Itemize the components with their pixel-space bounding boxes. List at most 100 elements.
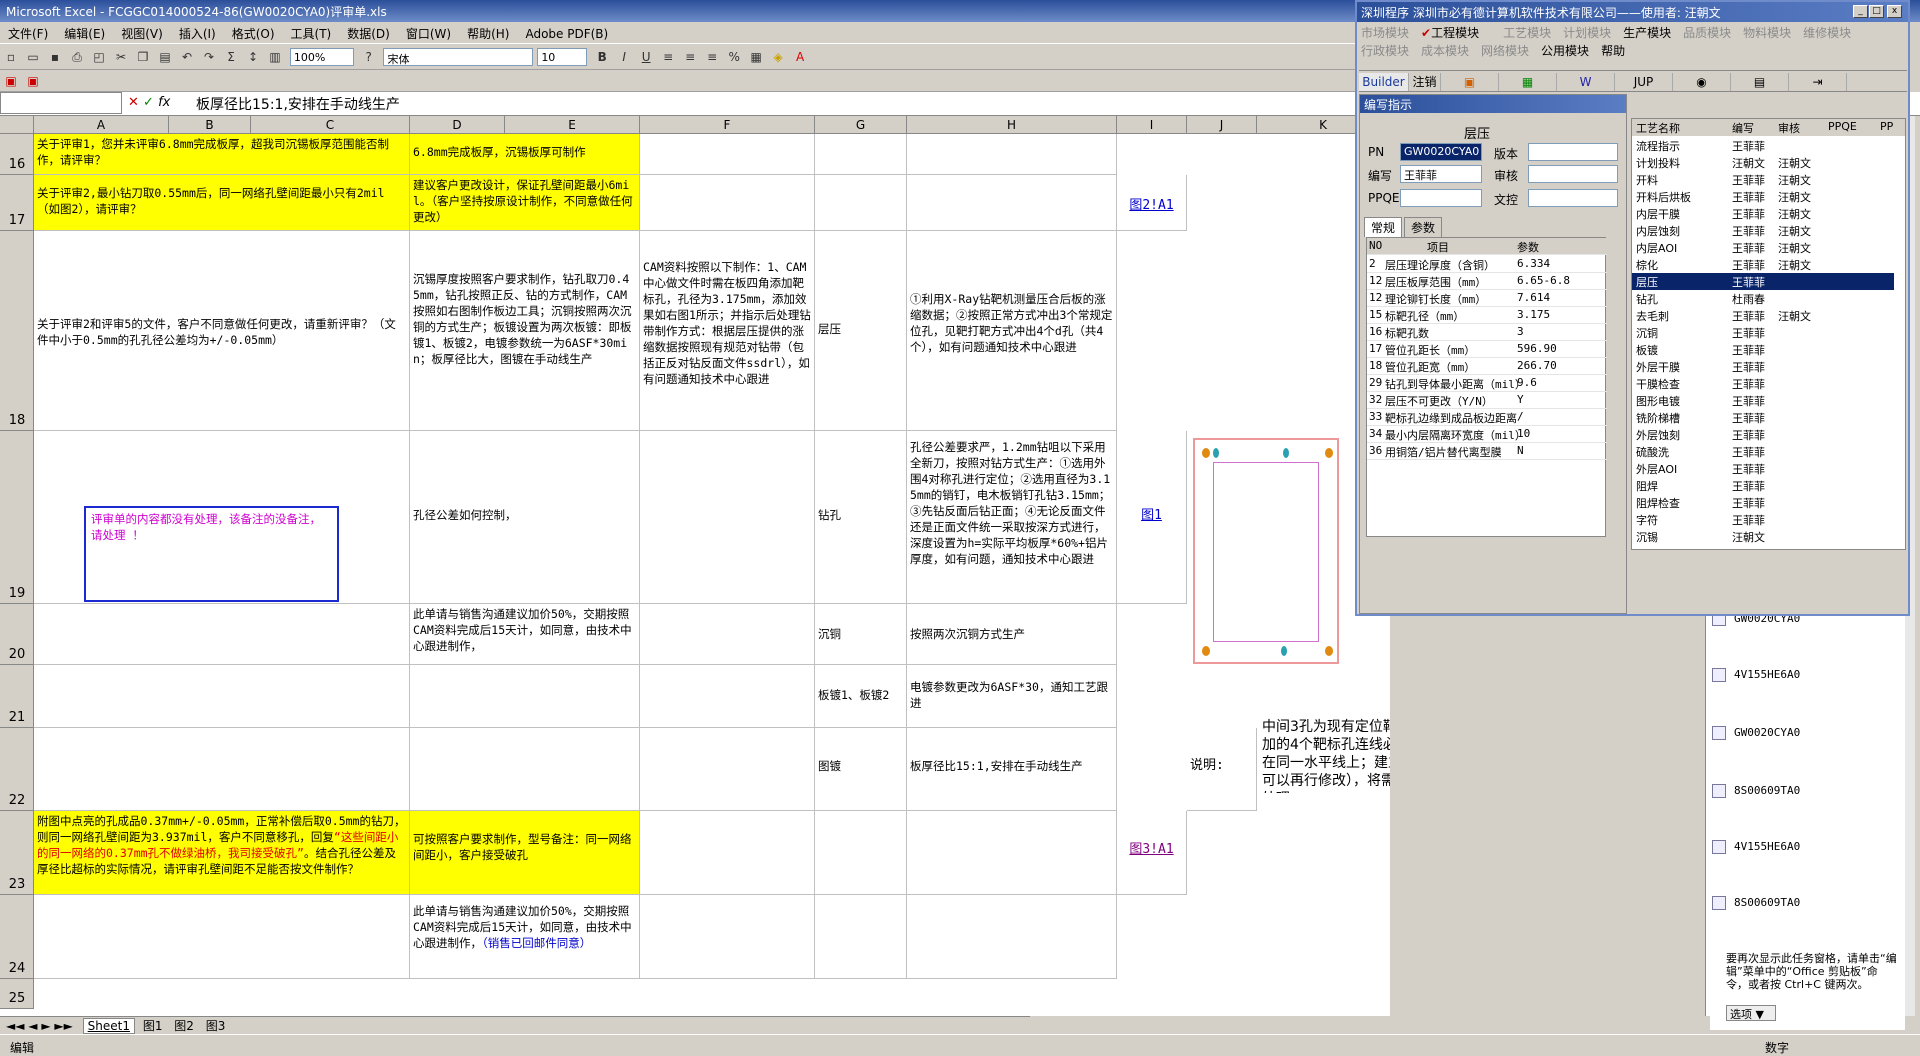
menu-quality[interactable]: 品质模块 — [1683, 26, 1731, 40]
col-header-f[interactable]: F — [640, 116, 815, 134]
cell-a16[interactable]: 关于评审1，您并未评审6.8mm完成板厚，超我司沉锡板厚范围能否制作，请评审？ — [34, 134, 410, 175]
print-icon[interactable]: ⎙ — [69, 49, 85, 65]
menu-public[interactable]: 公用模块 — [1541, 44, 1589, 58]
row-header-21[interactable]: 21 — [0, 665, 34, 728]
process-row[interactable]: 铣阶梯槽 王菲菲 — [1632, 409, 1894, 426]
menu-production[interactable]: 生产模块 — [1623, 26, 1671, 40]
cell-i19[interactable]: 图1 — [1117, 431, 1187, 604]
cell-g22[interactable]: 图镀 — [815, 728, 907, 811]
param-row[interactable]: 16 标靶孔数 3 — [1367, 324, 1607, 341]
menu-edit[interactable]: 编辑(E) — [56, 22, 113, 45]
row-header-20[interactable]: 20 — [0, 604, 34, 665]
link-fig1[interactable]: 图1 — [1141, 508, 1162, 523]
menu-plan[interactable]: 计划模块 — [1563, 26, 1611, 40]
cell-h19[interactable]: 孔径公差要求严，1.2mm钻咀以下采用全新刀，按照对钻方式生产：①选用外围4对称… — [907, 431, 1117, 604]
row-header-25[interactable]: 25 — [0, 979, 34, 1009]
menu-insert[interactable]: 插入(I) — [171, 22, 224, 45]
cell-h23[interactable] — [907, 811, 1117, 895]
menu-process[interactable]: 工艺模块 — [1503, 26, 1551, 40]
name-box[interactable] — [0, 92, 122, 114]
row-header-19[interactable]: 19 — [0, 431, 34, 604]
param-row[interactable]: 2 层压理论厚度（含铜） 6.334 — [1367, 256, 1607, 273]
param-row[interactable]: 18 管位孔距宽（mm） 266.70 — [1367, 358, 1607, 375]
horizontal-scrollbar[interactable] — [1030, 1016, 1710, 1034]
underline-icon[interactable]: U — [638, 49, 654, 65]
cell-g18[interactable]: 层压 — [815, 231, 907, 431]
builder-tab[interactable]: Builder — [1359, 73, 1409, 91]
maximize-icon[interactable]: □ — [1869, 5, 1884, 18]
eye-tool-icon[interactable]: ◉ — [1673, 73, 1731, 91]
italic-icon[interactable]: I — [616, 49, 632, 65]
cell-g24[interactable] — [815, 895, 907, 979]
menu-format[interactable]: 格式(O) — [224, 22, 283, 45]
sum-icon[interactable]: Σ — [223, 49, 239, 65]
copy-icon[interactable]: ❐ — [135, 49, 151, 65]
cell-g19[interactable]: 钻孔 — [815, 431, 907, 604]
menu-admin[interactable]: 行政模块 — [1361, 44, 1409, 58]
process-row[interactable]: 板镀 王菲菲 — [1632, 341, 1894, 358]
menu-engineering[interactable]: ✔工程模块 — [1421, 26, 1491, 40]
row-header-22[interactable]: 22 — [0, 728, 34, 811]
param-row[interactable]: 33 靶标孔边缘到成品板边距离 / — [1367, 409, 1607, 426]
process-row[interactable]: 内层AOI 王菲菲 汪朝文 — [1632, 239, 1894, 256]
review-field[interactable] — [1528, 165, 1618, 183]
process-row[interactable]: 钻孔 杜雨春 — [1632, 290, 1894, 307]
cell-h22[interactable]: 板厚径比15:1,安排在手动线生产 — [907, 728, 1117, 811]
tab-params[interactable]: 参数 — [1404, 217, 1443, 237]
cell-a22[interactable] — [34, 728, 410, 811]
process-row[interactable]: 层压 王菲菲 — [1632, 273, 1894, 290]
font-color-icon[interactable]: A — [792, 49, 808, 65]
cell-h16[interactable] — [907, 134, 1117, 175]
param-row[interactable]: 29 钻孔到导体最小距离（mil） 9.6 — [1367, 375, 1607, 392]
jup-button[interactable]: JUP — [1615, 73, 1673, 91]
cell-d17[interactable]: 建议客户更改设计，保证孔壁间距最小6mil。（客户坚持按原设计制作，不同意做任何… — [410, 175, 640, 231]
row-header-24[interactable]: 24 — [0, 895, 34, 979]
col-header-d[interactable]: D — [410, 116, 505, 134]
help-icon[interactable]: ? — [361, 49, 377, 65]
cell-i17[interactable]: 图2!A1 — [1117, 175, 1187, 231]
borders-icon[interactable]: ▦ — [748, 49, 764, 65]
tab-general[interactable]: 常规 — [1364, 217, 1403, 237]
process-row[interactable]: 硫酸洗 王菲菲 — [1632, 443, 1894, 460]
process-row[interactable]: 计划投料 汪朝文 汪朝文 — [1632, 154, 1894, 171]
cancel-icon[interactable]: ✕ — [128, 95, 139, 110]
process-row[interactable]: 内层干膜 王菲菲 汪朝文 — [1632, 205, 1894, 222]
menu-adobe-pdf[interactable]: Adobe PDF(B) — [517, 24, 616, 44]
redo-icon[interactable]: ↷ — [201, 49, 217, 65]
process-row[interactable]: 外层AOI 王菲菲 — [1632, 460, 1894, 477]
link-fig3[interactable]: 图3!A1 — [1129, 842, 1173, 857]
menu-file[interactable]: 文件(F) — [0, 22, 56, 45]
cell-f18[interactable]: CAM资料按照以下制作：1、CAM中心做文件时需在板四角添加靶标孔，孔径为3.1… — [640, 231, 815, 431]
fill-color-icon[interactable]: ◈ — [770, 49, 786, 65]
size-select[interactable]: 10 — [537, 48, 588, 66]
cell-g16[interactable] — [815, 134, 907, 175]
cell-f22[interactable] — [640, 728, 815, 811]
cut-icon[interactable]: ✂ — [113, 49, 129, 65]
menu-data[interactable]: 数据(D) — [339, 22, 398, 45]
cell-a23[interactable]: 附图中点亮的孔成品0.37mm+/-0.05mm，正常补偿后取0.5mm的钻刀，… — [34, 811, 410, 895]
cell-i23[interactable]: 图3!A1 — [1117, 811, 1187, 895]
cell-g21[interactable]: 板镀1、板镀2 — [815, 665, 907, 728]
preview-icon[interactable]: ◰ — [91, 49, 107, 65]
menu-help[interactable]: 帮助(H) — [459, 22, 517, 45]
menu-tools[interactable]: 工具(T) — [283, 22, 340, 45]
cell-d16[interactable]: 6.8mm完成板厚，沉锡板厚可制作 — [410, 134, 640, 175]
col-header-b[interactable]: B — [169, 116, 251, 134]
cell-f20[interactable] — [640, 604, 815, 665]
menu-cost[interactable]: 成本模块 — [1421, 44, 1469, 58]
cell-d19[interactable]: 孔径公差如何控制， — [410, 431, 640, 604]
cell-j22[interactable]: 说明: — [1187, 728, 1257, 811]
menu-network[interactable]: 网络模块 — [1481, 44, 1529, 58]
cell-a24[interactable] — [34, 895, 410, 979]
cell-f21[interactable] — [640, 665, 815, 728]
col-header-i[interactable]: I — [1117, 116, 1187, 134]
cell-f24[interactable] — [640, 895, 815, 979]
tab-fig2[interactable]: 图2 — [170, 1019, 198, 1033]
process-row[interactable]: 开料 王菲菲 汪朝文 — [1632, 171, 1894, 188]
minimize-icon[interactable]: _ — [1853, 5, 1868, 18]
process-row[interactable]: 外层干膜 王菲菲 — [1632, 358, 1894, 375]
menu-market[interactable]: 市场模块 — [1361, 26, 1409, 40]
new-icon[interactable]: ▫ — [3, 49, 19, 65]
col-header-j[interactable]: J — [1187, 116, 1257, 134]
cell-g23[interactable] — [815, 811, 907, 895]
